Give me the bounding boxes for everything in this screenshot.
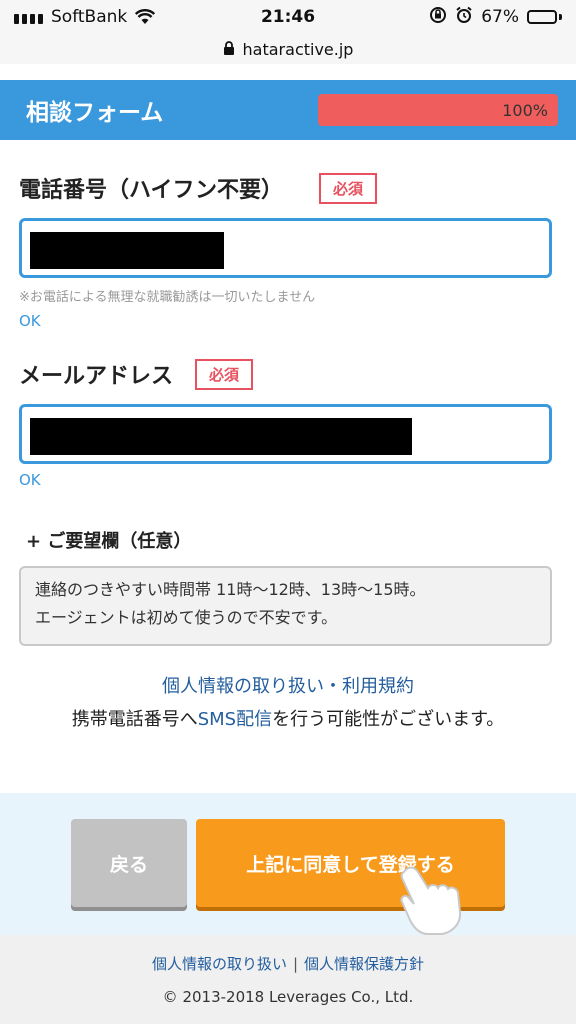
pointing-hand-icon bbox=[394, 860, 474, 944]
phone-required-badge: 必須 bbox=[319, 172, 378, 204]
phone-input[interactable] bbox=[19, 218, 552, 278]
email-input[interactable] bbox=[19, 404, 552, 464]
status-right: 67% bbox=[429, 6, 562, 29]
email-required-badge: 必須 bbox=[195, 358, 254, 390]
form-header: 相談フォーム 100% bbox=[0, 80, 576, 140]
copyright: © 2013-2018 Leverages Co., Ltd. bbox=[162, 988, 414, 1006]
sms-notice-after: を行う可能性がございます。 bbox=[272, 709, 505, 730]
footer-privacy-policy-link[interactable]: 個人情報保護方針 bbox=[304, 955, 424, 973]
footer-separator: | bbox=[292, 955, 299, 973]
status-bar: SoftBank 21:46 67% bbox=[0, 0, 576, 34]
email-ok-status: OK bbox=[19, 471, 41, 489]
clock: 21:46 bbox=[260, 7, 316, 27]
email-label-row: メールアドレス 必須 bbox=[19, 358, 254, 390]
phone-redaction bbox=[30, 232, 224, 269]
rotation-lock-icon bbox=[429, 6, 447, 29]
status-left: SoftBank bbox=[14, 7, 156, 27]
alarm-icon bbox=[455, 6, 473, 29]
email-label: メールアドレス bbox=[19, 364, 174, 389]
footer-privacy-handling-link[interactable]: 個人情報の取り扱い bbox=[152, 955, 287, 973]
back-button[interactable]: 戻る bbox=[71, 819, 187, 907]
carrier-name: SoftBank bbox=[51, 7, 128, 27]
sms-link[interactable]: SMS配信 bbox=[198, 709, 272, 730]
battery-percent: 67% bbox=[481, 7, 519, 27]
remarks-textarea[interactable]: 連絡のつきやすい時間帯 11時〜12時、13時〜15時。 エージェントは初めて使… bbox=[19, 566, 552, 646]
footer: 個人情報の取り扱い | 個人情報保護方針 © 2013-2018 Leverages… bbox=[0, 935, 576, 1024]
wifi-icon bbox=[135, 9, 156, 25]
url-domain: hataractive.jp bbox=[242, 39, 354, 59]
progress-bar: 100% bbox=[318, 94, 558, 126]
privacy-terms-link[interactable]: 個人情報の取り扱い・利用規約 bbox=[0, 672, 576, 698]
sms-notice: 携帯電話番号へSMS配信を行う可能性がございます。 bbox=[0, 705, 576, 731]
battery-icon bbox=[527, 10, 562, 24]
email-redaction bbox=[30, 418, 412, 455]
sms-notice-before: 携帯電話番号へ bbox=[71, 709, 198, 730]
footer-links: 個人情報の取り扱い | 個人情報保護方針 bbox=[0, 953, 576, 974]
remarks-line-1: 連絡のつきやすい時間帯 11時〜12時、13時〜15時。 bbox=[35, 580, 426, 599]
phone-label: 電話番号（ハイフン不要） bbox=[19, 178, 284, 203]
phone-hint: ※お電話による無理な就職勧誘は一切いたしません bbox=[19, 290, 316, 305]
lock-icon bbox=[223, 40, 235, 59]
remarks-toggle[interactable]: + ご要望欄（任意） bbox=[26, 527, 191, 553]
form-title: 相談フォーム bbox=[26, 100, 164, 126]
action-band: 戻る 上記に同意して登録する bbox=[0, 793, 576, 935]
phone-label-row: 電話番号（ハイフン不要） 必須 bbox=[19, 172, 378, 204]
phone-ok-status: OK bbox=[19, 312, 41, 330]
signal-icon bbox=[14, 10, 43, 24]
url-bar[interactable]: hataractive.jp bbox=[0, 34, 576, 64]
progress-text: 100% bbox=[502, 100, 548, 120]
remarks-line-2: エージェントは初めて使うので不安です。 bbox=[35, 608, 338, 627]
